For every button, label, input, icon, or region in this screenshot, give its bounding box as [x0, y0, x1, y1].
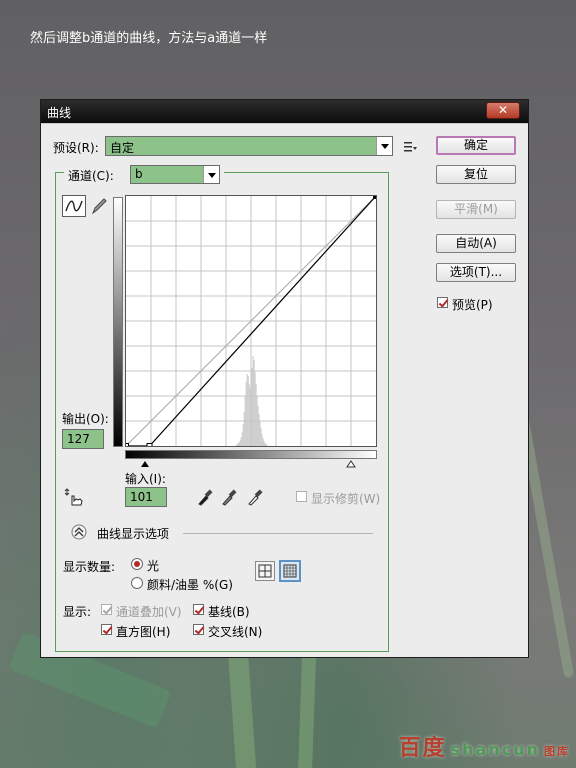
histogram-checkbox[interactable]: [101, 624, 112, 635]
grid-detailed-button[interactable]: [279, 560, 301, 582]
close-button[interactable]: ✕: [486, 102, 520, 119]
histogram-bar: [266, 445, 268, 446]
channel-dropdown[interactable]: b: [130, 165, 220, 184]
output-field[interactable]: 127: [62, 429, 104, 449]
ok-button[interactable]: 确定: [436, 136, 516, 155]
grid-4-icon: [258, 564, 272, 578]
on-image-adjust-icon[interactable]: [63, 487, 85, 507]
grid-10-icon: [283, 564, 297, 578]
show-amount-label: 显示数量:: [63, 560, 116, 574]
curve-tool-icon: [65, 200, 83, 212]
input-gradient-bar: [125, 450, 377, 459]
watermark-en: shancun: [450, 740, 540, 759]
pencil-icon[interactable]: [90, 196, 108, 216]
channel-row: 通道(C): b: [64, 165, 224, 184]
watermark: 百度 shancun 图库: [399, 730, 570, 762]
show-clipping-label: 显示修剪(W): [311, 492, 381, 506]
chevron-down-icon: [376, 137, 392, 155]
black-point-slider[interactable]: [141, 461, 149, 467]
preset-label: 预设(R):: [53, 141, 99, 155]
show-label: 显示:: [63, 605, 92, 619]
channel-overlay-label: 通道叠加(V): [116, 605, 182, 619]
collapse-icon[interactable]: [71, 524, 87, 540]
chevron-down-icon: [203, 166, 219, 183]
watermark-site: 图库: [544, 745, 570, 758]
black-eyedropper-icon[interactable]: [197, 488, 213, 506]
channel-value: b: [135, 167, 143, 181]
histogram-label: 直方图(H): [116, 625, 171, 639]
output-label: 输出(O):: [62, 412, 109, 426]
preset-options-icon[interactable]: [404, 141, 417, 152]
reset-button[interactable]: 复位: [436, 165, 516, 184]
curve-control-point[interactable]: [125, 443, 129, 448]
input-label: 输入(I):: [125, 472, 166, 486]
grid-simple-button[interactable]: [255, 561, 275, 581]
caption-text: 然后调整b通道的曲线，方法与a通道一样: [30, 31, 268, 46]
preview-label: 预览(P): [452, 298, 493, 312]
curve-control-point[interactable]: [146, 443, 153, 448]
gray-eyedropper-icon[interactable]: [221, 488, 237, 506]
curve-control-point[interactable]: [373, 195, 378, 199]
options-button[interactable]: 选项(T)...: [436, 263, 516, 282]
intersection-line-label: 交叉线(N): [208, 625, 263, 639]
curve-graph[interactable]: [125, 195, 377, 447]
input-sliders[interactable]: [141, 460, 381, 470]
background-plant-stem: [297, 649, 317, 768]
light-radio-label: 光: [147, 559, 160, 573]
preset-dropdown[interactable]: 自定: [105, 136, 393, 156]
baseline-checkbox[interactable]: [193, 604, 204, 615]
curve-options-label: 曲线显示选项: [97, 527, 170, 541]
white-eyedropper-icon[interactable]: [247, 488, 263, 506]
intersection-line-checkbox[interactable]: [193, 624, 204, 635]
background-plant-stem: [227, 639, 257, 768]
channel-label: 通道(C):: [68, 169, 114, 183]
preset-value: 自定: [110, 141, 135, 155]
watermark-cn: 百度: [398, 736, 447, 761]
white-point-slider[interactable]: [346, 460, 356, 468]
dialog-body: 预设(R): 自定 通道(C): b 输出(O): 127 输入(I): 101…: [41, 123, 528, 657]
smooth-button[interactable]: 平滑(M): [436, 200, 516, 219]
pigment-radio[interactable]: [131, 577, 143, 589]
dialog-titlebar: 曲线 ✕: [41, 100, 528, 123]
input-field[interactable]: 101: [125, 487, 167, 507]
curve-edit-tool-button[interactable]: [62, 195, 86, 217]
curves-dialog: 曲线 ✕ 预设(R): 自定 通道(C): b 输出(O): 127 输入(I)…: [40, 99, 529, 658]
show-clipping-checkbox[interactable]: [296, 491, 307, 502]
preview-checkbox[interactable]: [437, 297, 448, 308]
output-gradient-bar: [113, 197, 123, 447]
light-radio[interactable]: [131, 558, 143, 570]
pigment-radio-label: 颜料/油墨 %(G): [147, 578, 233, 592]
divider: [183, 533, 373, 534]
auto-button[interactable]: 自动(A): [436, 234, 516, 253]
baseline-label: 基线(B): [208, 605, 250, 619]
dialog-title: 曲线: [47, 106, 72, 120]
channel-overlay-checkbox[interactable]: [101, 604, 112, 615]
